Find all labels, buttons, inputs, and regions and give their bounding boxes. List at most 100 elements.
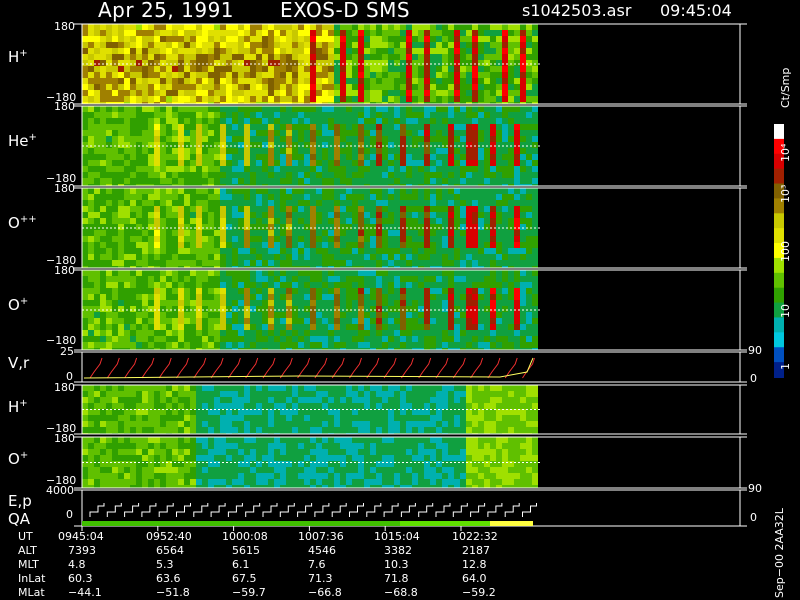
colorbar-tick-1: 1: [779, 363, 792, 370]
colorbar-tick-100: 100: [779, 241, 792, 262]
ep-trace-seg-10: [262, 503, 278, 517]
footer-id: Sep−00 2AA32L: [773, 508, 786, 598]
ep-trace-seg-1: [106, 503, 122, 517]
table-cell: −51.8: [156, 586, 190, 599]
colorbar-swatch-10: [774, 272, 784, 289]
vr-trace-seg-8: [227, 357, 241, 379]
table-cell: 71.3: [308, 572, 333, 585]
ep-trace-seg-21: [452, 503, 468, 517]
table-cell: 5615: [232, 544, 260, 557]
tick-ep-right-min: 0: [750, 511, 757, 524]
vr-trace-seg-15: [349, 357, 362, 379]
tick-p3-max: 180: [54, 182, 75, 195]
table-cell: 71.8: [384, 572, 409, 585]
vr-trace-seg-7: [210, 357, 224, 379]
colorbar-tick-1e3: 10³: [779, 184, 792, 203]
vr-trace-seg-5: [176, 357, 189, 379]
table-cell: 4.8: [68, 558, 86, 571]
colorbar-swatch-11: [774, 287, 784, 304]
panel-label-qa: QA: [8, 510, 31, 528]
table-cell: −59.7: [232, 586, 266, 599]
table-cell: 63.6: [156, 572, 181, 585]
tick-p4-max: 180: [54, 264, 75, 277]
colorbar-tick-10: 10: [779, 304, 792, 318]
ep-trace-seg-20: [435, 503, 451, 517]
ep-trace-seg-5: [176, 503, 191, 517]
vr-trace-seg-2: [124, 357, 138, 379]
ep-trace-seg-6: [193, 503, 209, 517]
panel-label-lower-h-plus: H+: [8, 398, 28, 416]
ep-trace-seg-0: [89, 503, 105, 517]
table-cell: 1022:32: [452, 530, 498, 543]
tick-p2-max: 180: [54, 100, 75, 113]
tick-vr-right-min: 0: [750, 372, 757, 385]
vr-trace-seg-4: [158, 357, 172, 379]
panel-label-vr: V,r: [8, 354, 30, 372]
vr-trace-seg-19: [418, 357, 432, 379]
table-cell: 7.6: [308, 558, 326, 571]
tick-ep-min: 0: [66, 508, 73, 521]
table-cell: 5.3: [156, 558, 174, 571]
panel-frame-7: [81, 489, 741, 527]
panel-label-he-plus: He+: [8, 132, 37, 150]
panel-label-h-plus: H+: [8, 48, 28, 66]
ep-trace-seg-16: [366, 503, 382, 517]
table-cell: −59.2: [462, 586, 496, 599]
panel-label-o-plus-plus: O++: [8, 214, 37, 232]
table-cell: 1007:36: [298, 530, 344, 543]
ep-trace-seg-2: [124, 503, 140, 517]
ep-trace-seg-15: [349, 503, 364, 517]
colorbar-swatch-15: [774, 347, 784, 364]
vr-trace-seg-16: [366, 357, 380, 379]
colorbar-swatch-13: [774, 317, 784, 334]
vr-trace-seg-13: [314, 357, 328, 379]
tick-p1-max: 180: [54, 20, 75, 33]
tick-lh-max: 180: [54, 381, 75, 394]
panel-label-o-plus: O+: [8, 296, 29, 314]
tick-lo-max: 180: [54, 432, 75, 445]
table-cell: −68.8: [384, 586, 418, 599]
table-cell: 2187: [462, 544, 490, 557]
table-row-label: ALT: [18, 544, 37, 557]
table-cell: 67.5: [232, 572, 257, 585]
vr-trace-seg-3: [141, 357, 155, 379]
qa-bar-green: [82, 521, 400, 526]
colorbar-unit: Ct/Smp: [779, 67, 792, 108]
colorbar-swatch-6: [774, 213, 784, 230]
vr-trace-seg-21: [452, 357, 466, 379]
ep-trace-seg-4: [158, 503, 174, 517]
colorbar-tick-1e4: 10⁴: [779, 143, 792, 162]
spectrogram-plot: [74, 23, 784, 531]
vr-trace-seg-18: [400, 357, 414, 379]
vr-trace-seg-9: [245, 357, 259, 379]
vr-trace-seg-10: [262, 357, 276, 379]
vr-trace-seg-0: [89, 357, 103, 379]
table-cell: 6.1: [232, 558, 250, 571]
colorbar-swatch-0: [774, 124, 784, 140]
panel-label-ep: E,p: [8, 492, 32, 510]
vr-trace-seg-6: [193, 357, 207, 379]
tick-ep-right-max: 90: [748, 482, 762, 495]
ep-trace-seg-19: [418, 503, 434, 517]
table-cell: −66.8: [308, 586, 342, 599]
ep-trace-seg-22: [470, 503, 486, 517]
panel-label-lower-o-plus: O+: [8, 450, 29, 468]
vr-trace-seg-20: [435, 357, 449, 379]
ep-trace-seg-8: [227, 503, 243, 517]
table-cell: 0945:04: [58, 530, 104, 543]
table-cell: 6564: [156, 544, 184, 557]
ep-trace-seg-18: [400, 503, 416, 517]
ep-trace-seg-3: [141, 503, 157, 517]
vr-trace-seg-1: [106, 357, 120, 379]
vr-trace-seg-11: [279, 357, 293, 379]
table-row-label: InLat: [18, 572, 46, 585]
colorbar-swatch-3: [774, 168, 784, 185]
table-cell: 7393: [68, 544, 96, 557]
vr-trace-seg-23: [487, 357, 501, 379]
table-cell: 12.8: [462, 558, 487, 571]
ep-trace-seg-12: [297, 503, 313, 517]
vr-trace-seg-22: [470, 357, 484, 379]
table-cell: 60.3: [68, 572, 93, 585]
tick-vr-max: 25: [60, 345, 74, 358]
table-cell: 4546: [308, 544, 336, 557]
